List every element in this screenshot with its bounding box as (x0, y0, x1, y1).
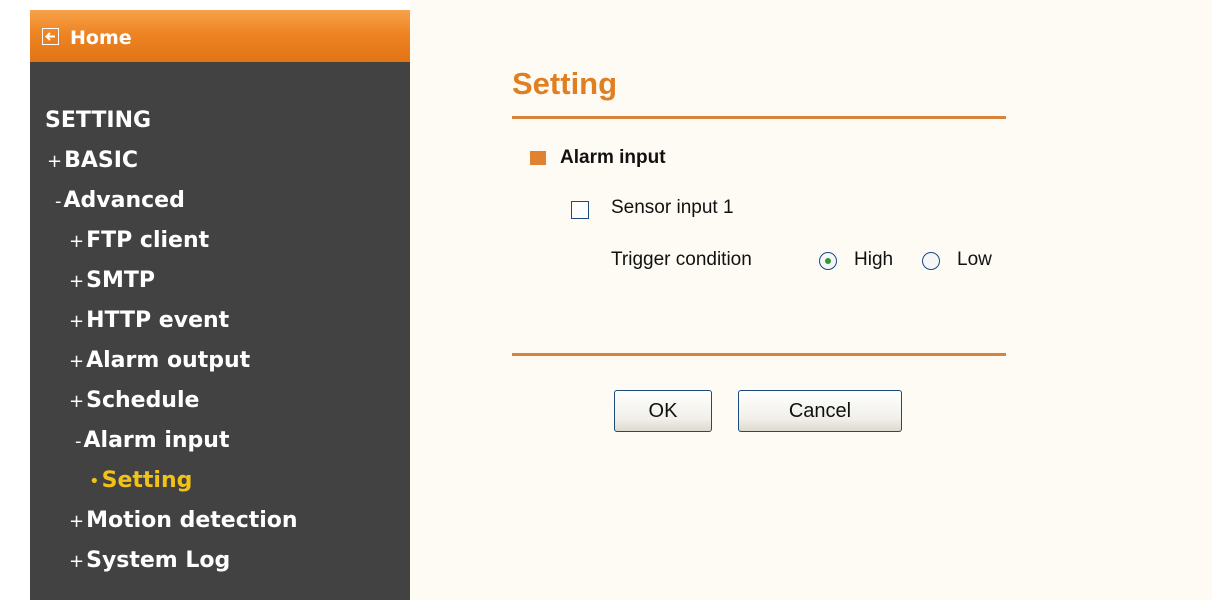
bullet-icon: • (89, 471, 100, 492)
sidebar-item-label: SMTP (86, 268, 155, 293)
sidebar-item-advanced[interactable]: -Advanced (55, 188, 185, 215)
trigger-low-radio[interactable] (922, 252, 940, 270)
sidebar-item-label: FTP client (86, 228, 210, 253)
expand-icon: + (69, 511, 85, 532)
expand-icon: + (69, 311, 85, 332)
expand-icon: + (69, 391, 85, 412)
page-title: Setting (512, 66, 618, 101)
sidebar-item-label: Schedule (86, 388, 200, 413)
sidebar: Home SETTING +BASIC -Advanced +FTP clien… (0, 0, 410, 600)
sidebar-item-label: HTTP event (86, 308, 230, 333)
sidebar-item-smtp[interactable]: +SMTP (69, 268, 155, 295)
sidebar-item-label: Setting (101, 468, 193, 493)
trigger-high-radio[interactable] (819, 252, 837, 270)
sidebar-item-label: System Log (86, 548, 231, 573)
expand-icon: + (69, 551, 85, 572)
sidebar-item-label: Motion detection (86, 508, 298, 533)
sidebar-item-system-log[interactable]: +System Log (69, 548, 230, 575)
sidebar-nav: SETTING +BASIC -Advanced +FTP client +SM… (30, 62, 410, 600)
ok-button[interactable]: OK (614, 390, 712, 432)
home-label: Home (70, 27, 132, 49)
collapse-icon: - (75, 431, 82, 452)
cancel-button[interactable]: Cancel (738, 390, 902, 432)
sidebar-item-alarm-input[interactable]: -Alarm input (75, 428, 229, 455)
expand-icon: + (69, 231, 85, 252)
expand-icon: + (47, 151, 63, 172)
sidebar-item-ftp-client[interactable]: +FTP client (69, 228, 209, 255)
sidebar-item-motion-detection[interactable]: +Motion detection (69, 508, 298, 535)
sidebar-item-label: Alarm input (83, 428, 230, 453)
expand-icon: + (69, 351, 85, 372)
sidebar-item-setting[interactable]: SETTING (45, 108, 151, 134)
divider (512, 353, 1006, 356)
sidebar-item-setting-active[interactable]: •Setting (89, 468, 192, 495)
sidebar-item-label: Alarm output (86, 348, 251, 373)
sidebar-item-label: BASIC (64, 148, 139, 173)
section-marker-icon (530, 151, 546, 165)
sidebar-item-alarm-output[interactable]: +Alarm output (69, 348, 250, 375)
main-panel: Setting Alarm input Sensor input 1 Trigg… (410, 0, 1212, 600)
trigger-low-label: Low (957, 249, 992, 270)
home-link[interactable]: Home (30, 10, 410, 62)
sidebar-item-basic[interactable]: +BASIC (47, 148, 138, 175)
sidebar-item-label: SETTING (45, 108, 152, 133)
trigger-condition-label: Trigger condition (611, 249, 752, 270)
expand-icon: + (69, 271, 85, 292)
trigger-high-label: High (854, 249, 894, 270)
sensor-input-label: Sensor input 1 (611, 197, 734, 218)
sidebar-item-http-event[interactable]: +HTTP event (69, 308, 229, 335)
sidebar-item-schedule[interactable]: +Schedule (69, 388, 199, 415)
collapse-icon: - (55, 191, 62, 212)
sensor-input-checkbox[interactable] (571, 201, 589, 219)
sidebar-item-label: Advanced (63, 188, 185, 213)
section-title: Alarm input (560, 147, 666, 168)
back-arrow-icon (42, 28, 59, 45)
divider (512, 116, 1006, 119)
